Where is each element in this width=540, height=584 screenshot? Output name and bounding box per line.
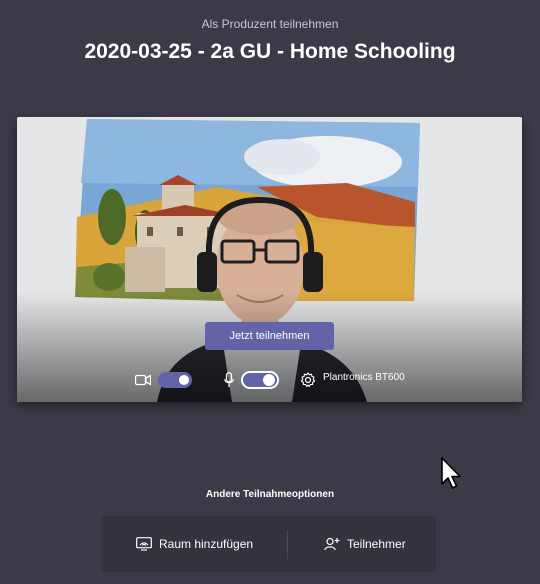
participants-label: Teilnehmer bbox=[347, 537, 406, 551]
audio-device-label[interactable]: Plantronics BT600 bbox=[323, 372, 405, 383]
other-options-bar: Raum hinzufügen Teilnehmer bbox=[102, 516, 436, 572]
join-subtitle: Als Produzent teilnehmen bbox=[201, 17, 339, 31]
add-room-label: Raum hinzufügen bbox=[159, 537, 254, 551]
participants-button[interactable]: Teilnehmer bbox=[324, 516, 406, 572]
video-preview: Jetzt teilnehmen Plantronics BT600 bbox=[17, 117, 522, 402]
device-controls: Plantronics BT600 bbox=[17, 369, 522, 391]
camera-toggle[interactable] bbox=[158, 372, 192, 388]
camera-icon bbox=[135, 374, 151, 386]
add-room-button[interactable]: Raum hinzufügen bbox=[136, 516, 253, 572]
other-options-heading: Andere Teilnahmeoptionen bbox=[205, 489, 335, 500]
join-now-button[interactable]: Jetzt teilnehmen bbox=[205, 322, 334, 350]
gear-icon[interactable] bbox=[300, 372, 316, 388]
options-divider bbox=[287, 530, 288, 559]
cast-icon bbox=[136, 537, 152, 551]
mouse-cursor-icon bbox=[441, 457, 461, 489]
microphone-icon bbox=[224, 372, 234, 387]
add-person-icon bbox=[324, 537, 340, 551]
microphone-toggle[interactable] bbox=[241, 371, 279, 389]
meeting-title: 2020-03-25 - 2a GU - Home Schooling bbox=[84, 40, 456, 63]
